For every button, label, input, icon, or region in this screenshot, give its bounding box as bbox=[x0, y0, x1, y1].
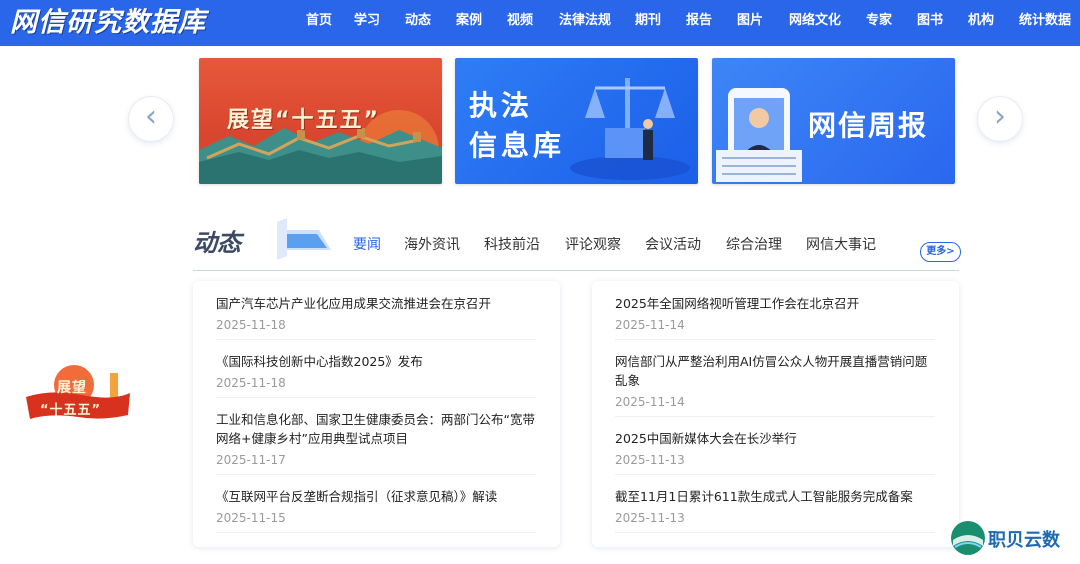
news-title[interactable]: 《互联网平台反垄断合规指引（征求意见稿）》解读 bbox=[216, 487, 536, 506]
news-item[interactable]: 截至11月1日累计611款生成式人工智能服务完成备案 2025-11-13 bbox=[615, 487, 935, 527]
section-divider bbox=[193, 270, 959, 271]
nav-item-institutions[interactable]: 机构 bbox=[968, 0, 1019, 46]
news-item[interactable]: 2025中国新媒体大会在长沙举行 2025-11-13 bbox=[615, 429, 935, 469]
news-title[interactable]: 2025年全国网络视听管理工作会在北京召开 bbox=[615, 294, 935, 313]
banner-slide-plan[interactable]: 展望“十五五” bbox=[199, 58, 442, 184]
nav-item-cases[interactable]: 案例 bbox=[456, 0, 507, 46]
news-separator bbox=[615, 532, 935, 533]
nav-item-statistics[interactable]: 统计数据 bbox=[1019, 0, 1080, 46]
banner-slide-enforcement[interactable]: 执法 信息库 bbox=[455, 58, 698, 184]
tab-governance[interactable]: 综合治理 bbox=[726, 235, 806, 255]
watermark: 职贝云数 bbox=[950, 520, 1060, 558]
nav-item-reports[interactable]: 报告 bbox=[686, 0, 737, 46]
tab-conferences[interactable]: 会议活动 bbox=[645, 235, 726, 255]
news-date: 2025-11-13 bbox=[615, 511, 685, 525]
news-date: 2025-11-18 bbox=[216, 376, 286, 390]
news-card-left: 国产汽车芯片产业化应用成果交流推进会在京召开 2025-11-18 《国际科技创… bbox=[193, 281, 560, 547]
news-date: 2025-11-18 bbox=[216, 318, 286, 332]
banner-slide-weekly[interactable]: 网信周报 bbox=[712, 58, 955, 184]
top-header: 网信研究数据库 首页 学习 动态 案例 视频 法律法规 期刊 报告 图片 网络文… bbox=[0, 0, 1080, 46]
tab-commentary[interactable]: 评论观察 bbox=[565, 235, 645, 255]
news-item[interactable]: 《互联网平台反垄断合规指引（征求意见稿）》解读 2025-11-15 bbox=[216, 487, 536, 527]
banner-title-plan: 展望“十五五” bbox=[227, 108, 380, 133]
more-button[interactable]: 更多> bbox=[920, 242, 961, 262]
banner-title-enforcement-line2: 信息库 bbox=[469, 129, 566, 162]
news-title[interactable]: 2025中国新媒体大会在长沙举行 bbox=[615, 429, 935, 448]
floating-plan-badge[interactable]: 展望 “十五五” bbox=[22, 363, 134, 425]
banner-title-weekly: 网信周报 bbox=[808, 109, 929, 142]
news-separator bbox=[216, 339, 536, 340]
nav-item-journals[interactable]: 期刊 bbox=[635, 0, 686, 46]
news-item[interactable]: 国产汽车芯片产业化应用成果交流推进会在京召开 2025-11-18 bbox=[216, 294, 536, 334]
news-title[interactable]: 国产汽车芯片产业化应用成果交流推进会在京召开 bbox=[216, 294, 536, 313]
carousel-prev-button[interactable]: ‹ bbox=[128, 96, 174, 142]
tab-overseas[interactable]: 海外资讯 bbox=[404, 235, 484, 255]
nav-item-study[interactable]: 学习 bbox=[354, 0, 405, 46]
section-decoration-icon bbox=[277, 218, 331, 260]
carousel-next-button[interactable]: › bbox=[977, 96, 1023, 142]
news-card-right: 2025年全国网络视听管理工作会在北京召开 2025-11-14 网信部门从严整… bbox=[592, 281, 959, 547]
nav-item-books[interactable]: 图书 bbox=[917, 0, 968, 46]
chevron-right-icon: › bbox=[994, 99, 1006, 134]
nav-item-video[interactable]: 视频 bbox=[507, 0, 559, 46]
news-date: 2025-11-15 bbox=[216, 511, 286, 525]
nav-item-experts[interactable]: 专家 bbox=[866, 0, 917, 46]
floating-badge-line2: “十五五” bbox=[40, 403, 102, 418]
tab-headlines[interactable]: 要闻 bbox=[353, 235, 404, 255]
news-date: 2025-11-17 bbox=[216, 453, 286, 467]
news-separator bbox=[615, 339, 935, 340]
floating-badge-line1: 展望 bbox=[57, 380, 87, 396]
news-item[interactable]: 工业和信息化部、国家卫生健康委员会：两部门公布“宽带网络+健康乡村”应用典型试点… bbox=[216, 410, 536, 469]
news-item[interactable]: 网信部门从严整治利用AI仿冒公众人物开展直播营销问题乱象 2025-11-14 bbox=[615, 352, 935, 411]
news-item[interactable]: 2025年全国网络视听管理工作会在北京召开 2025-11-14 bbox=[615, 294, 935, 334]
news-separator bbox=[216, 397, 536, 398]
main-nav: 首页 学习 动态 案例 视频 法律法规 期刊 报告 图片 网络文化 专家 图书 … bbox=[296, 0, 1080, 46]
news-separator bbox=[216, 532, 536, 533]
tab-tech-frontier[interactable]: 科技前沿 bbox=[484, 235, 565, 255]
watermark-text: 职贝云数 bbox=[988, 530, 1060, 551]
news-title[interactable]: 《国际科技创新中心指数2025》发布 bbox=[216, 352, 536, 371]
watermark-logo-icon bbox=[951, 521, 985, 555]
nav-item-home[interactable]: 首页 bbox=[306, 0, 354, 46]
news-separator bbox=[615, 474, 935, 475]
news-date: 2025-11-14 bbox=[615, 318, 685, 332]
tab-chronicle[interactable]: 网信大事记 bbox=[806, 235, 902, 255]
news-item[interactable]: 《国际科技创新中心指数2025》发布 2025-11-18 bbox=[216, 352, 536, 392]
nav-item-news[interactable]: 动态 bbox=[405, 0, 456, 46]
news-title[interactable]: 截至11月1日累计611款生成式人工智能服务完成备案 bbox=[615, 487, 935, 506]
chevron-left-icon: ‹ bbox=[145, 99, 157, 134]
nav-item-laws[interactable]: 法律法规 bbox=[559, 0, 635, 46]
section-title: 动态 bbox=[193, 229, 241, 257]
nav-item-images[interactable]: 图片 bbox=[737, 0, 789, 46]
news-date: 2025-11-14 bbox=[615, 395, 685, 409]
news-title[interactable]: 网信部门从严整治利用AI仿冒公众人物开展直播营销问题乱象 bbox=[615, 352, 935, 390]
news-title[interactable]: 工业和信息化部、国家卫生健康委员会：两部门公布“宽带网络+健康乡村”应用典型试点… bbox=[216, 410, 536, 448]
news-date: 2025-11-13 bbox=[615, 453, 685, 467]
nav-item-culture[interactable]: 网络文化 bbox=[789, 0, 866, 46]
banner-title-enforcement-line1: 执法 bbox=[469, 89, 534, 122]
section-tabs: 要闻 海外资讯 科技前沿 评论观察 会议活动 综合治理 网信大事记 bbox=[353, 235, 902, 255]
site-logo[interactable]: 网信研究数据库 bbox=[10, 5, 206, 41]
news-separator bbox=[216, 474, 536, 475]
news-separator bbox=[615, 416, 935, 417]
